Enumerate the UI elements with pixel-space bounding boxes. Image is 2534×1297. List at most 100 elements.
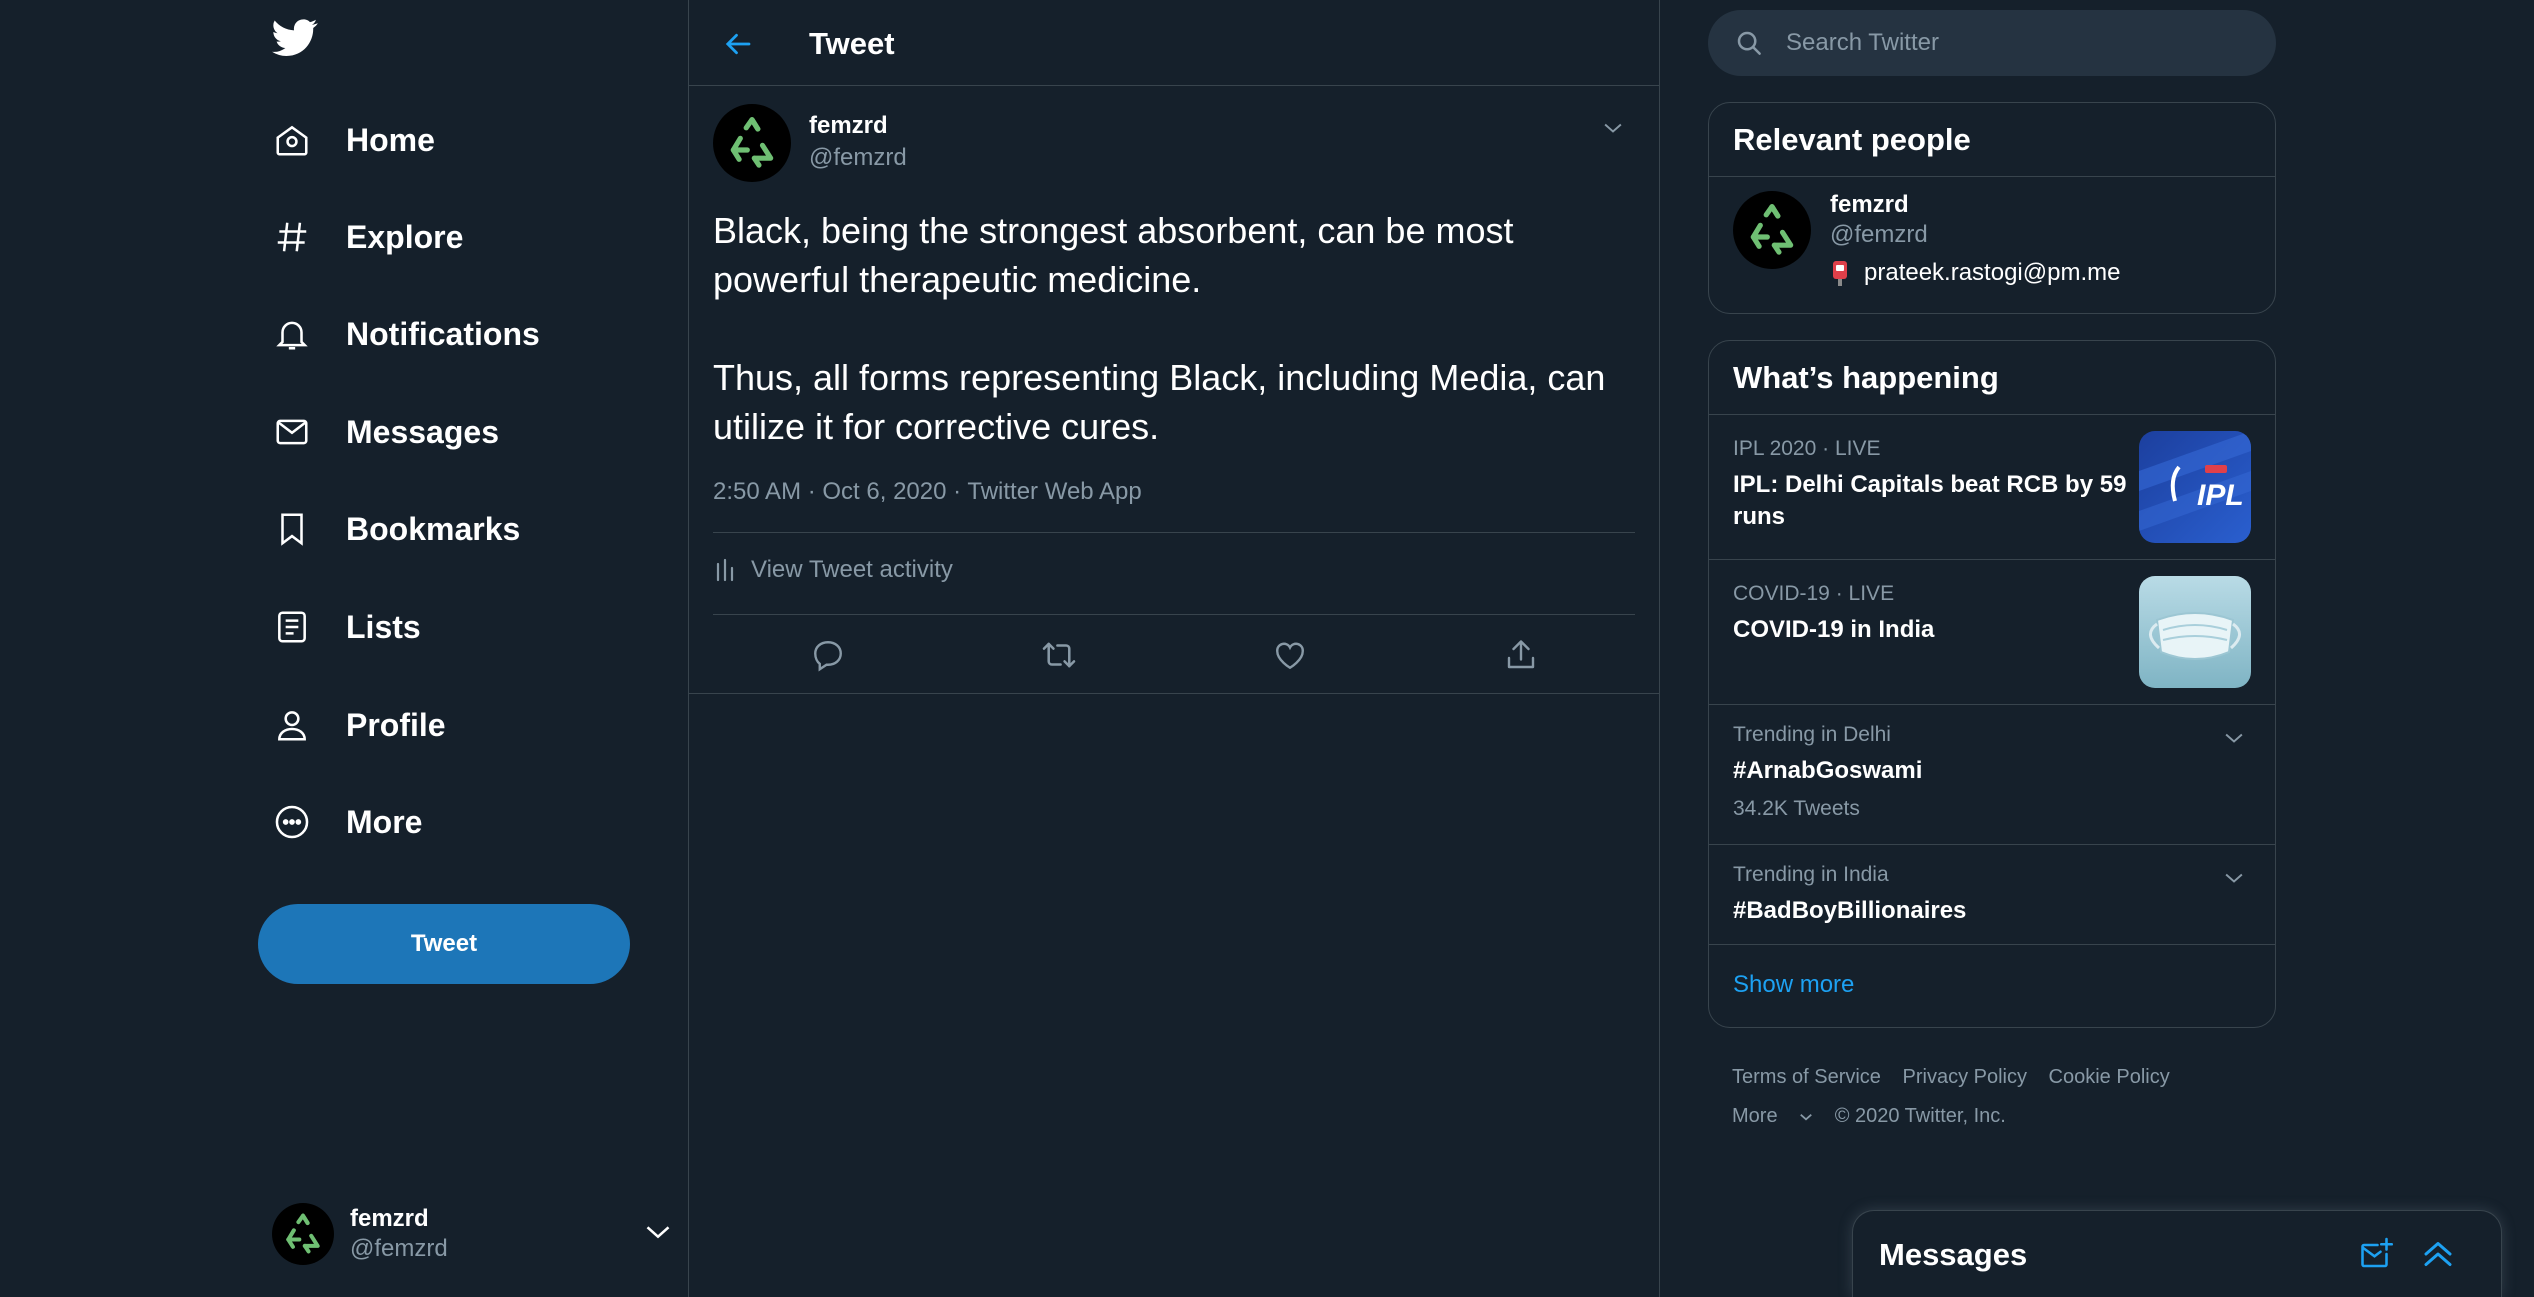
avatar <box>1733 191 1811 269</box>
nav-lists[interactable]: Lists <box>272 597 421 657</box>
trend-item[interactable]: IPL 2020 · LIVE IPL: Delhi Capitals beat… <box>1709 415 2275 560</box>
account-switcher[interactable]: femzrd @femzrd <box>272 1196 672 1272</box>
chevron-down-icon <box>1800 1114 1812 1121</box>
ipl-thumbnail: IPL <box>2139 431 2251 543</box>
trend-category: Trending in Delhi <box>1733 723 1891 746</box>
trend-category: Trending in India <box>1733 863 1889 886</box>
reply-icon <box>814 641 842 672</box>
back-button[interactable] <box>719 24 759 64</box>
tweet-source[interactable]: Twitter Web App <box>967 478 1141 505</box>
chevron-down-icon <box>1604 123 1622 133</box>
sidebar: Relevant people femzrd @femzrd prateek.r… <box>1708 0 2276 1297</box>
new-message-button[interactable] <box>2353 1231 2399 1277</box>
tweet-meta: 2:50 AM · Oct 6, 2020 · Twitter Web App <box>713 478 1142 506</box>
messages-drawer-title: Messages <box>1879 1237 2028 1272</box>
analytics-icon <box>716 558 734 582</box>
recycle-icon <box>1750 204 1794 255</box>
trend-count: 34.2K Tweets <box>1733 797 1860 820</box>
like-button[interactable] <box>1265 630 1315 680</box>
expand-drawer-button[interactable] <box>2415 1231 2461 1277</box>
trend-item[interactable]: Trending in Delhi #ArnabGoswami 34.2K Tw… <box>1709 705 2275 845</box>
trend-title: #BadBoyBillionaires <box>1733 897 1967 924</box>
nav-more[interactable]: More <box>272 792 422 852</box>
trend-status: LIVE <box>1848 582 1895 605</box>
share-button[interactable] <box>1496 630 1546 680</box>
trend-category-text: IPL 2020 <box>1733 437 1817 460</box>
nav-lists-label: Lists <box>346 608 421 645</box>
divider <box>713 614 1635 615</box>
chevron-down-icon <box>2225 733 2243 743</box>
person-name: femzrd <box>1830 191 1909 218</box>
footer: Terms of Service Privacy Policy Cookie P… <box>1732 1058 2272 1136</box>
nav-explore[interactable]: Explore <box>272 207 463 267</box>
nav-bookmarks[interactable]: Bookmarks <box>272 499 520 559</box>
nav-bookmarks-label: Bookmarks <box>346 510 521 547</box>
retweet-icon <box>1042 642 1076 668</box>
tweet-actions <box>689 630 1659 680</box>
retweet-button[interactable] <box>1034 630 1084 680</box>
nav-profile-label: Profile <box>346 706 446 743</box>
chevron-down-icon <box>644 1222 672 1247</box>
primary-nav: Home Explore Notifications Messages Book… <box>258 0 688 1297</box>
trend-category-text: COVID-19 <box>1733 582 1830 605</box>
trend-item[interactable]: COVID-19 · LIVE COVID-19 in India <box>1709 560 2275 705</box>
nav-profile[interactable]: Profile <box>272 695 446 755</box>
trend-menu-button[interactable] <box>2219 863 2249 893</box>
twitter-app: Home Explore Notifications Messages Book… <box>0 0 2534 1297</box>
person-icon <box>272 705 312 745</box>
reply-button[interactable] <box>803 630 853 680</box>
nav-notifications-label: Notifications <box>346 315 540 352</box>
more-circle-icon <box>272 802 312 842</box>
tweet-text: Black, being the strongest absorbent, ca… <box>713 206 1643 451</box>
footer-more-label: More <box>1732 1105 1778 1127</box>
nav-messages[interactable]: Messages <box>272 402 499 462</box>
tweet-date[interactable]: Oct 6, 2020 <box>822 478 946 505</box>
twitter-logo-icon[interactable] <box>272 18 322 62</box>
tweet-detail-column: Tweet femzrd @femzrd Black, being the st… <box>688 0 1660 1297</box>
nav-notifications[interactable]: Notifications <box>272 304 540 364</box>
meta-separator: · <box>801 478 823 505</box>
nav-explore-label: Explore <box>346 218 464 255</box>
footer-more-button[interactable]: More <box>1732 1105 1813 1127</box>
nav-more-label: More <box>346 803 423 840</box>
privacy-link[interactable]: Privacy Policy <box>1903 1066 2027 1088</box>
search-box[interactable] <box>1708 10 2276 76</box>
back-arrow-icon <box>725 33 751 55</box>
envelope-icon <box>272 412 312 452</box>
terms-link[interactable]: Terms of Service <box>1732 1066 1881 1088</box>
cookie-link[interactable]: Cookie Policy <box>2049 1066 2170 1088</box>
divider <box>713 532 1635 533</box>
double-chevron-up-icon <box>2424 1242 2452 1266</box>
list-icon <box>272 607 312 647</box>
messages-drawer[interactable]: Messages <box>1852 1210 2502 1297</box>
tweet-author-handle[interactable]: @femzrd <box>809 144 907 172</box>
tweet-paragraph: Thus, all forms representing Black, incl… <box>713 357 1606 447</box>
footer-second-row: More © 2020 Twitter, Inc. <box>1732 1097 2272 1136</box>
account-name: femzrd <box>350 1205 429 1232</box>
bookmark-icon <box>272 509 312 549</box>
page-header: Tweet <box>689 0 1659 86</box>
trend-menu-button[interactable] <box>2219 723 2249 753</box>
search-input[interactable] <box>1784 28 2234 58</box>
tweet-menu-button[interactable] <box>1593 108 1633 148</box>
nav-messages-label: Messages <box>346 413 499 450</box>
whats-happening-card: What’s happening IPL 2020 · LIVE IPL: De… <box>1708 340 2276 1028</box>
meta-separator: · <box>946 478 968 505</box>
trend-item[interactable]: Trending in India #BadBoyBillionaires <box>1709 845 2275 945</box>
tweet-author-name[interactable]: femzrd <box>809 112 888 140</box>
chevron-down-icon <box>2225 873 2243 883</box>
tweet-author-row: femzrd @femzrd <box>713 104 1633 184</box>
avatar <box>272 1203 334 1265</box>
ipl-logo-text: IPL <box>2197 479 2244 512</box>
relevant-person[interactable]: femzrd @femzrd prateek.rastogi@pm.me <box>1709 177 2275 313</box>
bell-icon <box>272 314 312 354</box>
relevant-people-card: Relevant people femzrd @femzrd prateek.r… <box>1708 102 2276 314</box>
trend-category: IPL 2020 · LIVE <box>1733 437 1881 461</box>
whats-happening-title: What’s happening <box>1709 341 2275 415</box>
compose-tweet-button[interactable]: Tweet <box>258 904 630 984</box>
tweet-author-avatar[interactable] <box>713 104 791 182</box>
view-tweet-activity-link[interactable]: View Tweet activity <box>713 556 953 584</box>
show-more-link[interactable]: Show more <box>1709 945 2275 1025</box>
nav-home[interactable]: Home <box>272 110 435 170</box>
tweet-time[interactable]: 2:50 AM <box>713 478 801 505</box>
